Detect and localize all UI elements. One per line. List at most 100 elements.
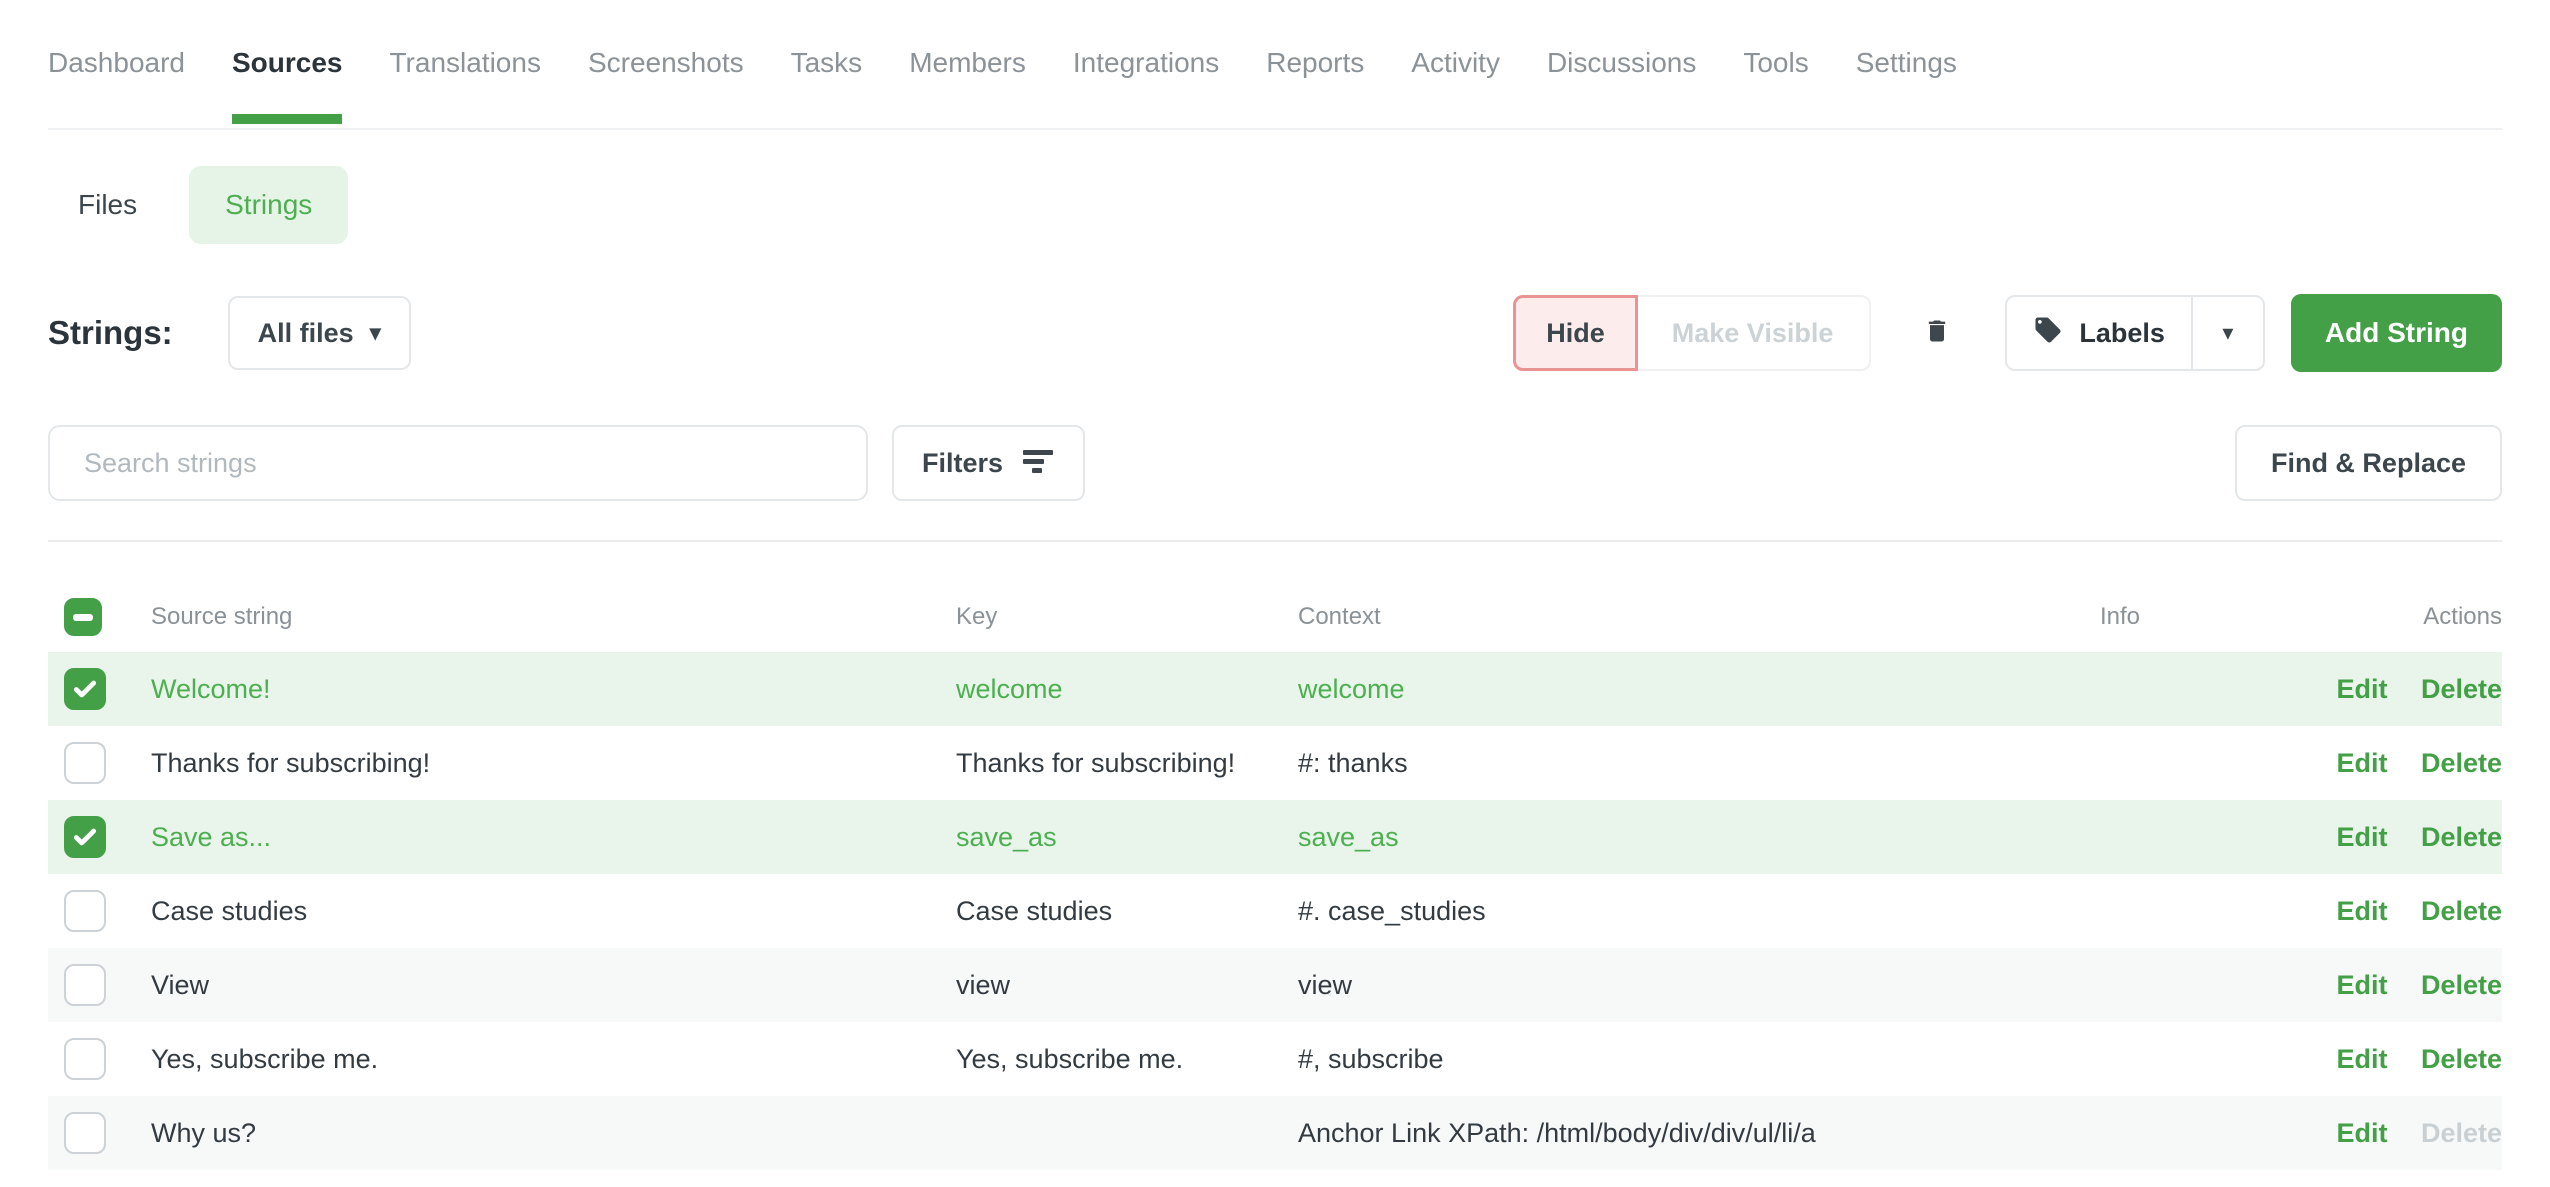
nav-integrations[interactable]: Integrations bbox=[1073, 46, 1219, 128]
cell-actions: Edit Delete bbox=[2205, 822, 2502, 853]
table-header: Source string Key Context Info Actions bbox=[48, 582, 2502, 652]
cell-context: view bbox=[1298, 970, 2035, 1001]
header-info: Info bbox=[2035, 603, 2205, 631]
cell-actions: Edit Delete bbox=[2205, 1118, 2502, 1149]
edit-link[interactable]: Edit bbox=[2336, 896, 2387, 926]
cell-source: Welcome! bbox=[151, 674, 956, 705]
cell-key: save_as bbox=[956, 822, 1298, 853]
labels-dropdown-toggle[interactable]: ▾ bbox=[2191, 297, 2263, 369]
tab-strings[interactable]: Strings bbox=[189, 166, 348, 244]
cell-actions: Edit Delete bbox=[2205, 970, 2502, 1001]
toolbar-right-group: Hide Make Visible Labels ▾ bbox=[1513, 294, 2502, 372]
cell-key: Case studies bbox=[956, 896, 1298, 927]
filters-button-label: Filters bbox=[922, 448, 1003, 479]
row-checkbox[interactable] bbox=[64, 1112, 106, 1154]
table-row[interactable]: Yes, subscribe me. Yes, subscribe me. #,… bbox=[48, 1022, 2502, 1096]
search-input[interactable] bbox=[48, 425, 868, 501]
cell-source: View bbox=[151, 970, 956, 1001]
filters-button[interactable]: Filters bbox=[892, 425, 1085, 501]
row-checkbox[interactable] bbox=[64, 1038, 106, 1080]
nav-members[interactable]: Members bbox=[909, 46, 1026, 128]
find-replace-button[interactable]: Find & Replace bbox=[2235, 425, 2502, 501]
nav-screenshots[interactable]: Screenshots bbox=[588, 46, 744, 128]
cell-actions: Edit Delete bbox=[2205, 1044, 2502, 1075]
edit-link[interactable]: Edit bbox=[2336, 1044, 2387, 1074]
edit-link[interactable]: Edit bbox=[2336, 748, 2387, 778]
tag-icon bbox=[2033, 315, 2063, 352]
project-nav: Dashboard Sources Translations Screensho… bbox=[48, 0, 2502, 130]
select-all-checkbox[interactable] bbox=[64, 598, 102, 636]
delete-link[interactable]: Delete bbox=[2421, 1044, 2502, 1074]
add-string-button[interactable]: Add String bbox=[2291, 294, 2502, 372]
delete-link[interactable]: Delete bbox=[2421, 822, 2502, 852]
minus-icon bbox=[73, 614, 93, 621]
delete-link[interactable]: Delete bbox=[2421, 748, 2502, 778]
cell-key: Yes, subscribe me. bbox=[956, 1044, 1298, 1075]
nav-discussions[interactable]: Discussions bbox=[1547, 46, 1696, 128]
cell-source: Why us? bbox=[151, 1118, 956, 1149]
header-context: Context bbox=[1298, 603, 2035, 631]
cell-key: Thanks for subscribing! bbox=[956, 748, 1298, 779]
nav-tasks[interactable]: Tasks bbox=[791, 46, 863, 128]
filter-lines-icon bbox=[1021, 446, 1055, 481]
labels-button-label: Labels bbox=[2079, 318, 2165, 349]
strings-table: Source string Key Context Info Actions W… bbox=[48, 582, 2502, 1170]
nav-settings[interactable]: Settings bbox=[1856, 46, 1957, 128]
table-row[interactable]: Case studies Case studies #. case_studie… bbox=[48, 874, 2502, 948]
view-tabs: Files Strings bbox=[48, 166, 2502, 244]
nav-reports[interactable]: Reports bbox=[1266, 46, 1364, 128]
file-filter-dropdown[interactable]: All files ▾ bbox=[228, 296, 411, 370]
table-row[interactable]: Thanks for subscribing! Thanks for subsc… bbox=[48, 726, 2502, 800]
edit-link[interactable]: Edit bbox=[2336, 674, 2387, 704]
edit-link[interactable]: Edit bbox=[2336, 1118, 2387, 1148]
labels-split-button: Labels ▾ bbox=[2005, 295, 2265, 371]
cell-context: welcome bbox=[1298, 674, 2035, 705]
cell-context: #, subscribe bbox=[1298, 1044, 2035, 1075]
nav-sources[interactable]: Sources bbox=[232, 46, 343, 128]
delete-link[interactable]: Delete bbox=[2421, 970, 2502, 1000]
cell-source: Yes, subscribe me. bbox=[151, 1044, 956, 1075]
cell-context: #: thanks bbox=[1298, 748, 2035, 779]
row-checkbox[interactable] bbox=[64, 816, 106, 858]
edit-link[interactable]: Edit bbox=[2336, 970, 2387, 1000]
hide-button[interactable]: Hide bbox=[1513, 295, 1638, 371]
row-checkbox[interactable] bbox=[64, 890, 106, 932]
add-string-button-label: Add String bbox=[2325, 317, 2468, 349]
nav-activity[interactable]: Activity bbox=[1411, 46, 1500, 128]
find-replace-button-label: Find & Replace bbox=[2271, 448, 2466, 479]
table-row[interactable]: View view view Edit Delete bbox=[48, 948, 2502, 1022]
cell-actions: Edit Delete bbox=[2205, 896, 2502, 927]
table-row[interactable]: Save as... save_as save_as Edit Delete bbox=[48, 800, 2502, 874]
hide-button-label: Hide bbox=[1546, 318, 1605, 349]
chevron-down-icon: ▾ bbox=[2222, 322, 2233, 344]
delete-strings-button[interactable] bbox=[1923, 314, 1951, 353]
cell-key: welcome bbox=[956, 674, 1298, 705]
row-checkbox[interactable] bbox=[64, 964, 106, 1006]
labels-button[interactable]: Labels bbox=[2007, 297, 2191, 369]
page-title: Strings: bbox=[48, 314, 173, 352]
row-checkbox[interactable] bbox=[64, 742, 106, 784]
table-row[interactable]: Welcome! welcome welcome Edit Delete bbox=[48, 652, 2502, 726]
delete-link[interactable]: Delete bbox=[2421, 674, 2502, 704]
page: Dashboard Sources Translations Screensho… bbox=[0, 0, 2550, 1170]
nav-translations[interactable]: Translations bbox=[389, 46, 540, 128]
cell-source: Save as... bbox=[151, 822, 956, 853]
chevron-down-icon: ▾ bbox=[370, 322, 381, 344]
make-visible-button-label: Make Visible bbox=[1672, 318, 1834, 349]
nav-tools[interactable]: Tools bbox=[1743, 46, 1808, 128]
file-filter-label: All files bbox=[258, 318, 354, 349]
delete-link[interactable]: Delete bbox=[2421, 1118, 2502, 1148]
delete-link[interactable]: Delete bbox=[2421, 896, 2502, 926]
cell-source: Case studies bbox=[151, 896, 956, 927]
nav-dashboard[interactable]: Dashboard bbox=[48, 46, 185, 128]
strings-toolbar: Strings: All files ▾ Hide Make Visible bbox=[48, 294, 2502, 372]
table-row[interactable]: Why us? Anchor Link XPath: /html/body/di… bbox=[48, 1096, 2502, 1170]
cell-context: #. case_studies bbox=[1298, 896, 2035, 927]
row-checkbox[interactable] bbox=[64, 668, 106, 710]
tab-files[interactable]: Files bbox=[78, 189, 137, 221]
edit-link[interactable]: Edit bbox=[2336, 822, 2387, 852]
search-row: Filters Find & Replace bbox=[48, 424, 2502, 502]
make-visible-button[interactable]: Make Visible bbox=[1636, 295, 1872, 371]
check-icon bbox=[72, 824, 98, 850]
cell-actions: Edit Delete bbox=[2205, 674, 2502, 705]
